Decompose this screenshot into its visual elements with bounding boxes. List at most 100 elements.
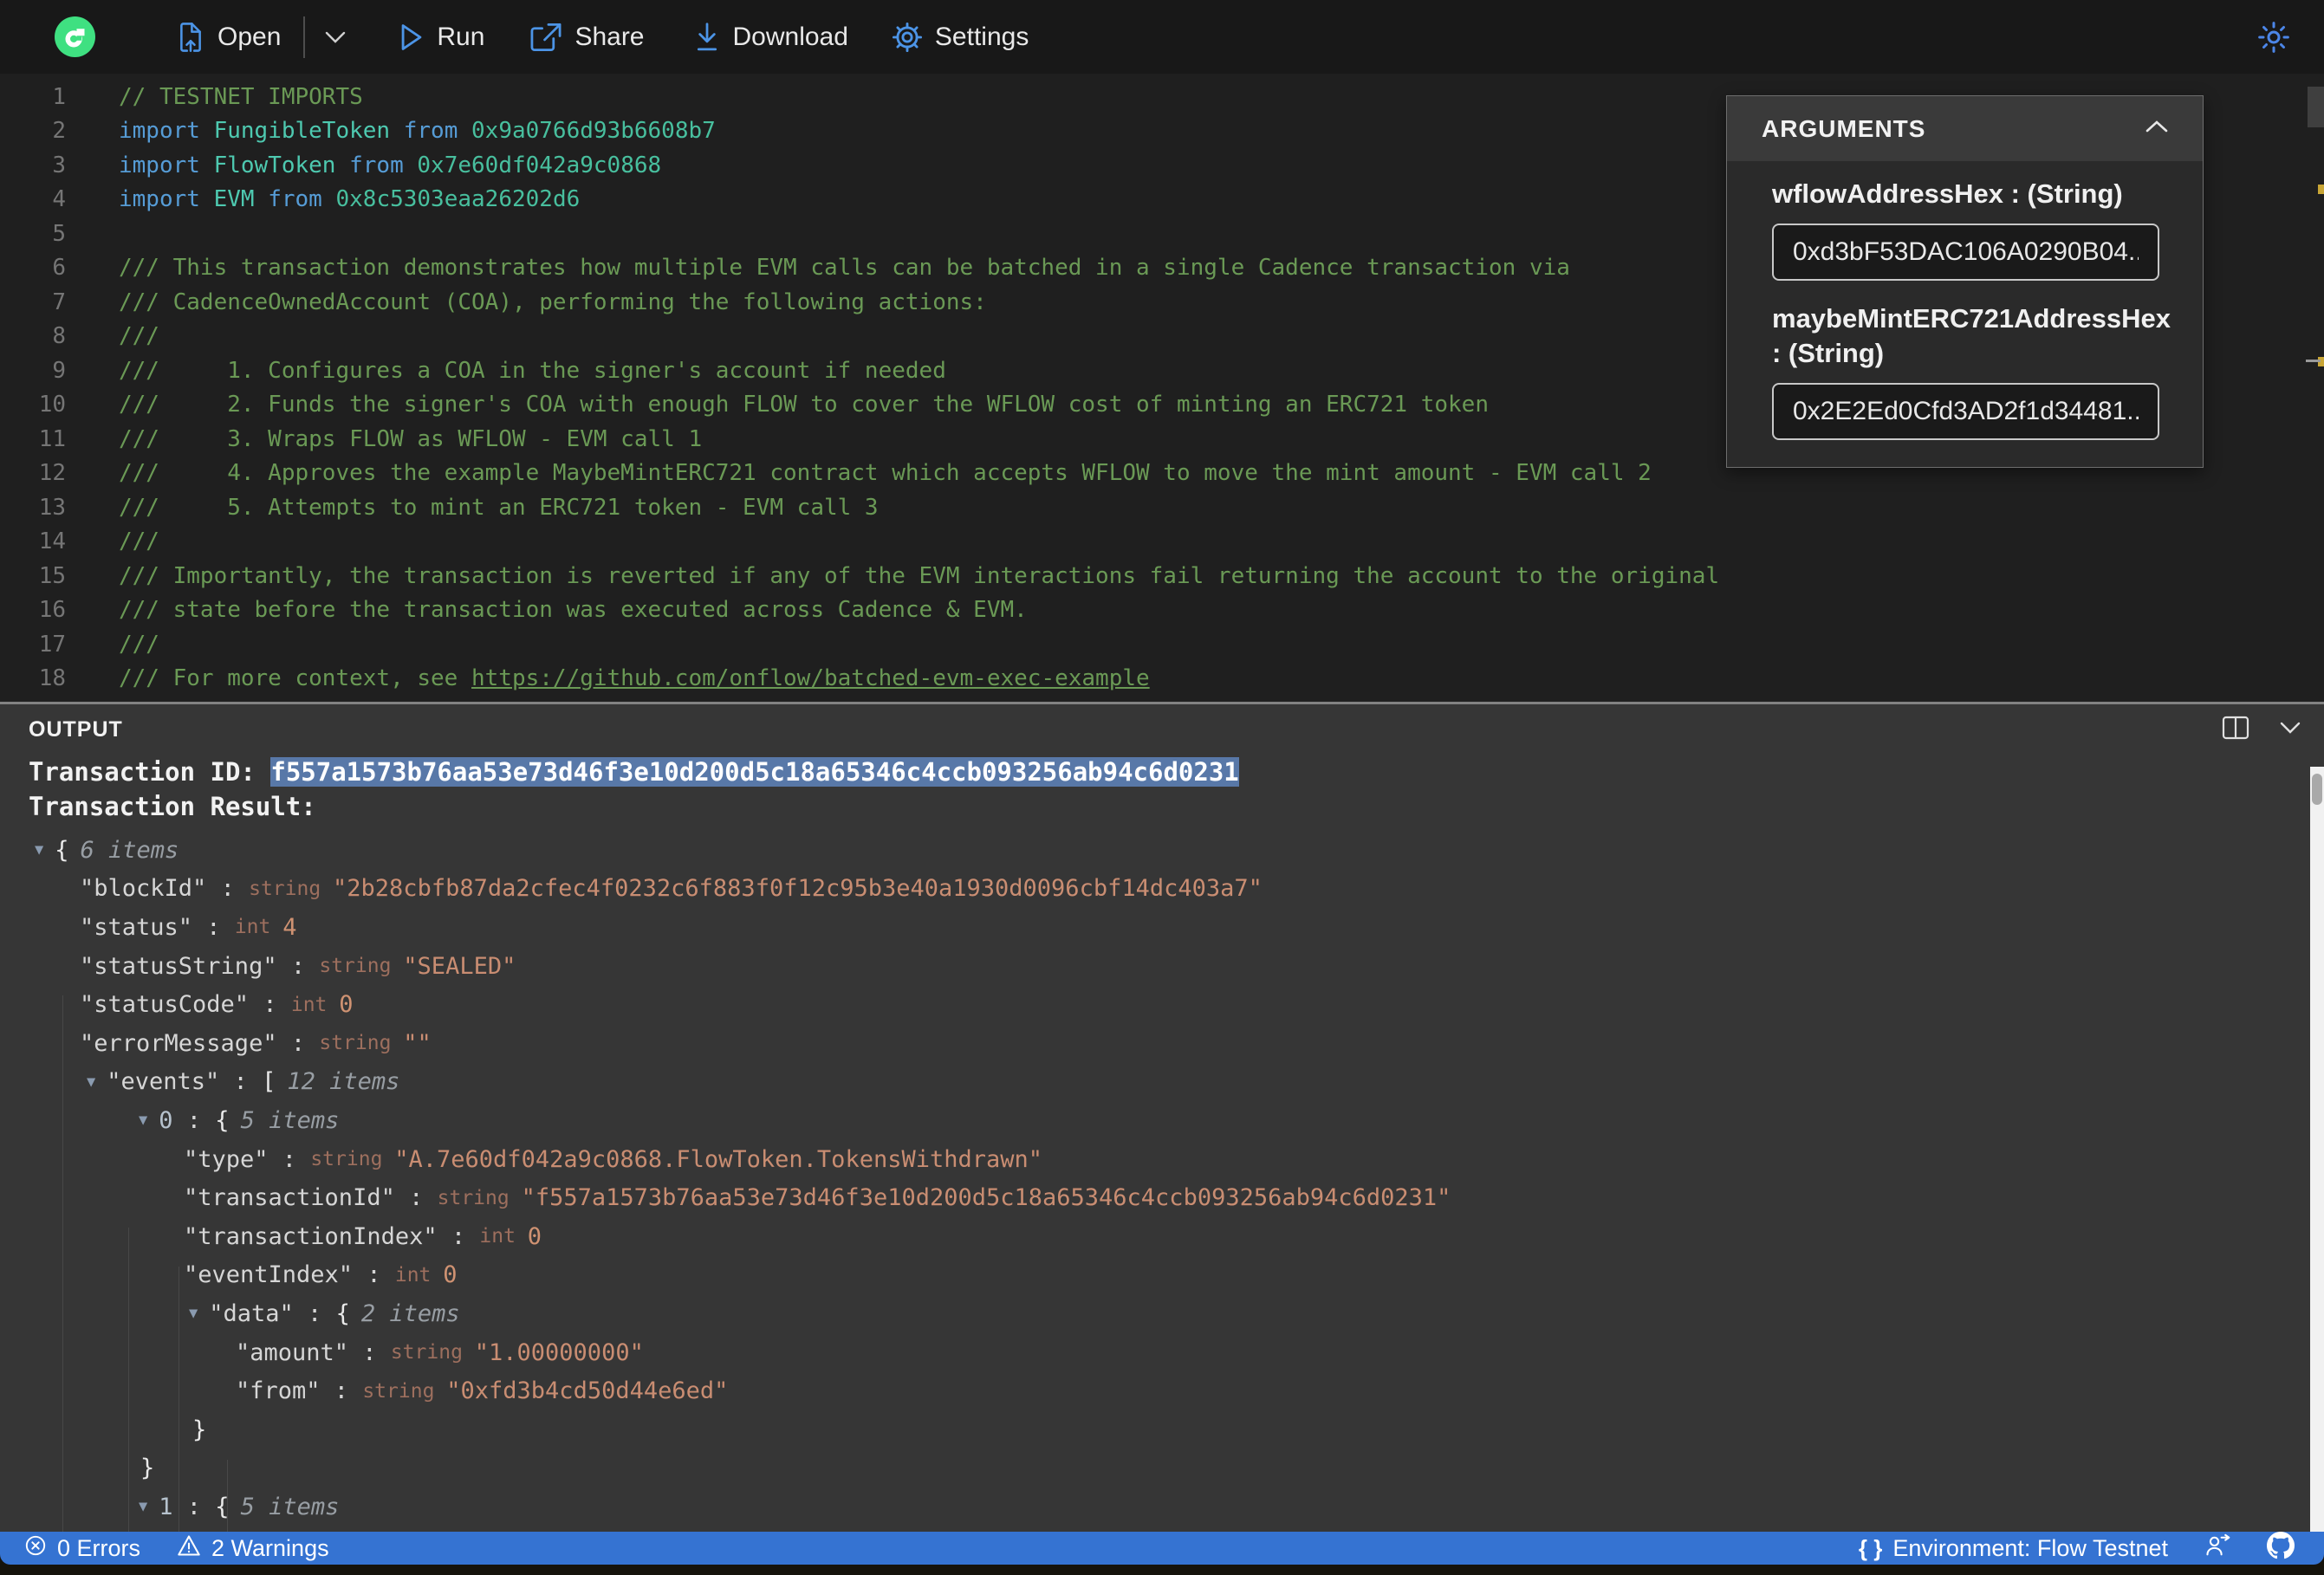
arguments-panel-title: ARGUMENTS xyxy=(1762,114,1926,142)
code-text: /// state before the transaction was exe… xyxy=(94,597,1028,623)
json-token: : xyxy=(394,1184,438,1212)
chevron-up-icon[interactable] xyxy=(2144,119,2170,139)
json-token: int xyxy=(234,916,283,939)
share-button[interactable]: Share xyxy=(529,22,645,53)
line-number: 12 xyxy=(38,460,66,487)
expander-icon[interactable]: ▼ xyxy=(189,1305,198,1322)
code-token: /// 2. Funds the signer's COA with enoug… xyxy=(119,392,1489,418)
code-text: /// For more context, see https://github… xyxy=(94,665,1150,691)
json-token: string xyxy=(390,1341,475,1364)
expander-icon[interactable]: ▼ xyxy=(35,841,43,859)
json-row: "transactionIndex" : int 0 xyxy=(0,1217,2324,1256)
account-button[interactable] xyxy=(2204,1533,2230,1564)
json-token: } xyxy=(140,1455,155,1482)
argument-input[interactable] xyxy=(1772,224,2159,281)
warnings-status[interactable]: 2 Warnings xyxy=(177,1534,329,1563)
environment-status[interactable]: { } Environment: Flow Testnet xyxy=(1859,1535,2168,1562)
warning-triangle-icon xyxy=(177,1534,201,1563)
toolbar-separator xyxy=(303,16,306,58)
code-token: from xyxy=(403,118,458,145)
json-token: "transactionId" xyxy=(184,1184,395,1212)
argument-label: maybeMintERC721AddressHex : (String) xyxy=(1772,303,2171,368)
code-text: /// 3. Wraps FLOW as WFLOW - EVM call 1 xyxy=(94,426,702,452)
line-number: 18 xyxy=(38,665,66,692)
code-line: 14 /// xyxy=(0,525,2324,560)
json-row: "transactionId" : string "f557a1573b76aa… xyxy=(0,1178,2324,1217)
code-text: /// 2. Funds the signer's COA with enoug… xyxy=(94,392,1489,418)
code-text: /// xyxy=(94,323,159,349)
code-line: 13 /// 5. Attempts to mint an ERC721 toke… xyxy=(0,490,2324,525)
download-button[interactable]: Download xyxy=(693,22,848,53)
transaction-result-label: Transaction Result: xyxy=(29,792,316,821)
json-token: 0 xyxy=(527,1222,542,1250)
line-number: 13 xyxy=(38,494,66,521)
open-dropdown-button[interactable] xyxy=(324,30,347,44)
run-button[interactable]: Run xyxy=(399,23,484,52)
line-number: 9 xyxy=(52,357,66,384)
settings-button[interactable]: Settings xyxy=(892,22,1029,53)
code-token: /// 1. Configures a COA in the signer's … xyxy=(119,357,946,384)
code-text: // TESTNET IMPORTS xyxy=(94,84,363,110)
code-token: import xyxy=(119,152,200,178)
sun-icon xyxy=(2256,20,2291,55)
theme-toggle-button[interactable] xyxy=(2256,20,2291,55)
expander-icon[interactable]: ▼ xyxy=(87,1073,95,1091)
json-token: : xyxy=(192,913,235,941)
transaction-id-value[interactable]: f557a1573b76aa53e73d46f3e10d200d5c18a653… xyxy=(270,757,1239,787)
code-text: /// This transaction demonstrates how mu… xyxy=(94,255,1570,281)
json-token: string xyxy=(319,1032,404,1055)
json-token: [ xyxy=(262,1068,276,1096)
open-button-label: Open xyxy=(217,22,282,51)
code-text: /// xyxy=(94,528,159,554)
json-row: "status" : int 4 xyxy=(0,908,2324,947)
split-panel-icon[interactable] xyxy=(2222,716,2249,744)
output-scrollbar-thumb[interactable] xyxy=(2312,774,2322,805)
json-token: 12 items xyxy=(287,1068,400,1096)
json-token: : xyxy=(293,1300,336,1327)
argument-input[interactable] xyxy=(1772,383,2159,440)
output-scrollbar[interactable] xyxy=(2310,767,2324,1532)
warning-marker-icon xyxy=(2318,185,2324,194)
code-editor[interactable]: 1 // TESTNET IMPORTS 2 import FungibleToken… xyxy=(0,74,2324,702)
code-line: 18 /// For more context, see https://gith… xyxy=(0,662,2324,697)
open-button[interactable]: Open xyxy=(176,21,281,54)
expander-icon[interactable]: ▼ xyxy=(139,1112,147,1129)
code-line: 17 /// xyxy=(0,627,2324,662)
json-token: 1 xyxy=(159,1493,173,1520)
json-row: ▼ 0 : {5 items xyxy=(0,1101,2324,1140)
code-link[interactable]: https://github.com/onflow/batched-evm-ex… xyxy=(471,665,1150,691)
line-number: 3 xyxy=(52,152,66,178)
status-bar: 0 Errors 2 Warnings { } Environment: Flo… xyxy=(0,1531,2324,1565)
collapse-output-chevron-icon[interactable] xyxy=(2279,721,2301,739)
code-token: /// This transaction demonstrates how mu… xyxy=(119,255,1570,282)
json-row: ▼ "events" : [12 items xyxy=(0,1063,2324,1102)
json-row: "type" : string "A.7e60df042a9c0868.Flow… xyxy=(0,1140,2324,1179)
download-button-label: Download xyxy=(732,22,848,51)
json-token: int xyxy=(394,1263,444,1287)
code-text: import EVM from 0x8c5303eaa26202d6 xyxy=(94,186,580,212)
json-row: "type" : string "A.7e60df042a9c0868.Flow… xyxy=(0,1526,2324,1532)
json-token: string xyxy=(362,1379,447,1403)
code-token: /// 5. Attempts to mint an ERC721 token … xyxy=(119,494,879,521)
editor-scrollbar-thumb[interactable] xyxy=(2308,87,2324,127)
expander-icon[interactable]: ▼ xyxy=(139,1498,147,1515)
environment-label: Environment: Flow Testnet xyxy=(1892,1534,2168,1561)
code-token: /// 3. Wraps FLOW as WFLOW - EVM call 1 xyxy=(119,425,703,452)
json-token: 6 items xyxy=(80,836,179,864)
flow-logo-icon[interactable] xyxy=(55,16,95,57)
json-token: : xyxy=(437,1222,480,1250)
code-text: /// CadenceOwnedAccount (COA), performin… xyxy=(94,289,987,315)
json-token: : xyxy=(353,1261,395,1289)
json-token: 0 xyxy=(159,1106,173,1134)
json-row: } xyxy=(0,1410,2324,1449)
code-token: from xyxy=(349,152,404,178)
arguments-panel-header[interactable]: ARGUMENTS xyxy=(1727,96,2203,161)
github-button[interactable] xyxy=(2267,1531,2295,1565)
indent-guide xyxy=(227,1460,228,1532)
run-button-label: Run xyxy=(437,22,485,51)
line-number: 14 xyxy=(38,528,66,555)
errors-status[interactable]: 0 Errors xyxy=(24,1534,140,1563)
